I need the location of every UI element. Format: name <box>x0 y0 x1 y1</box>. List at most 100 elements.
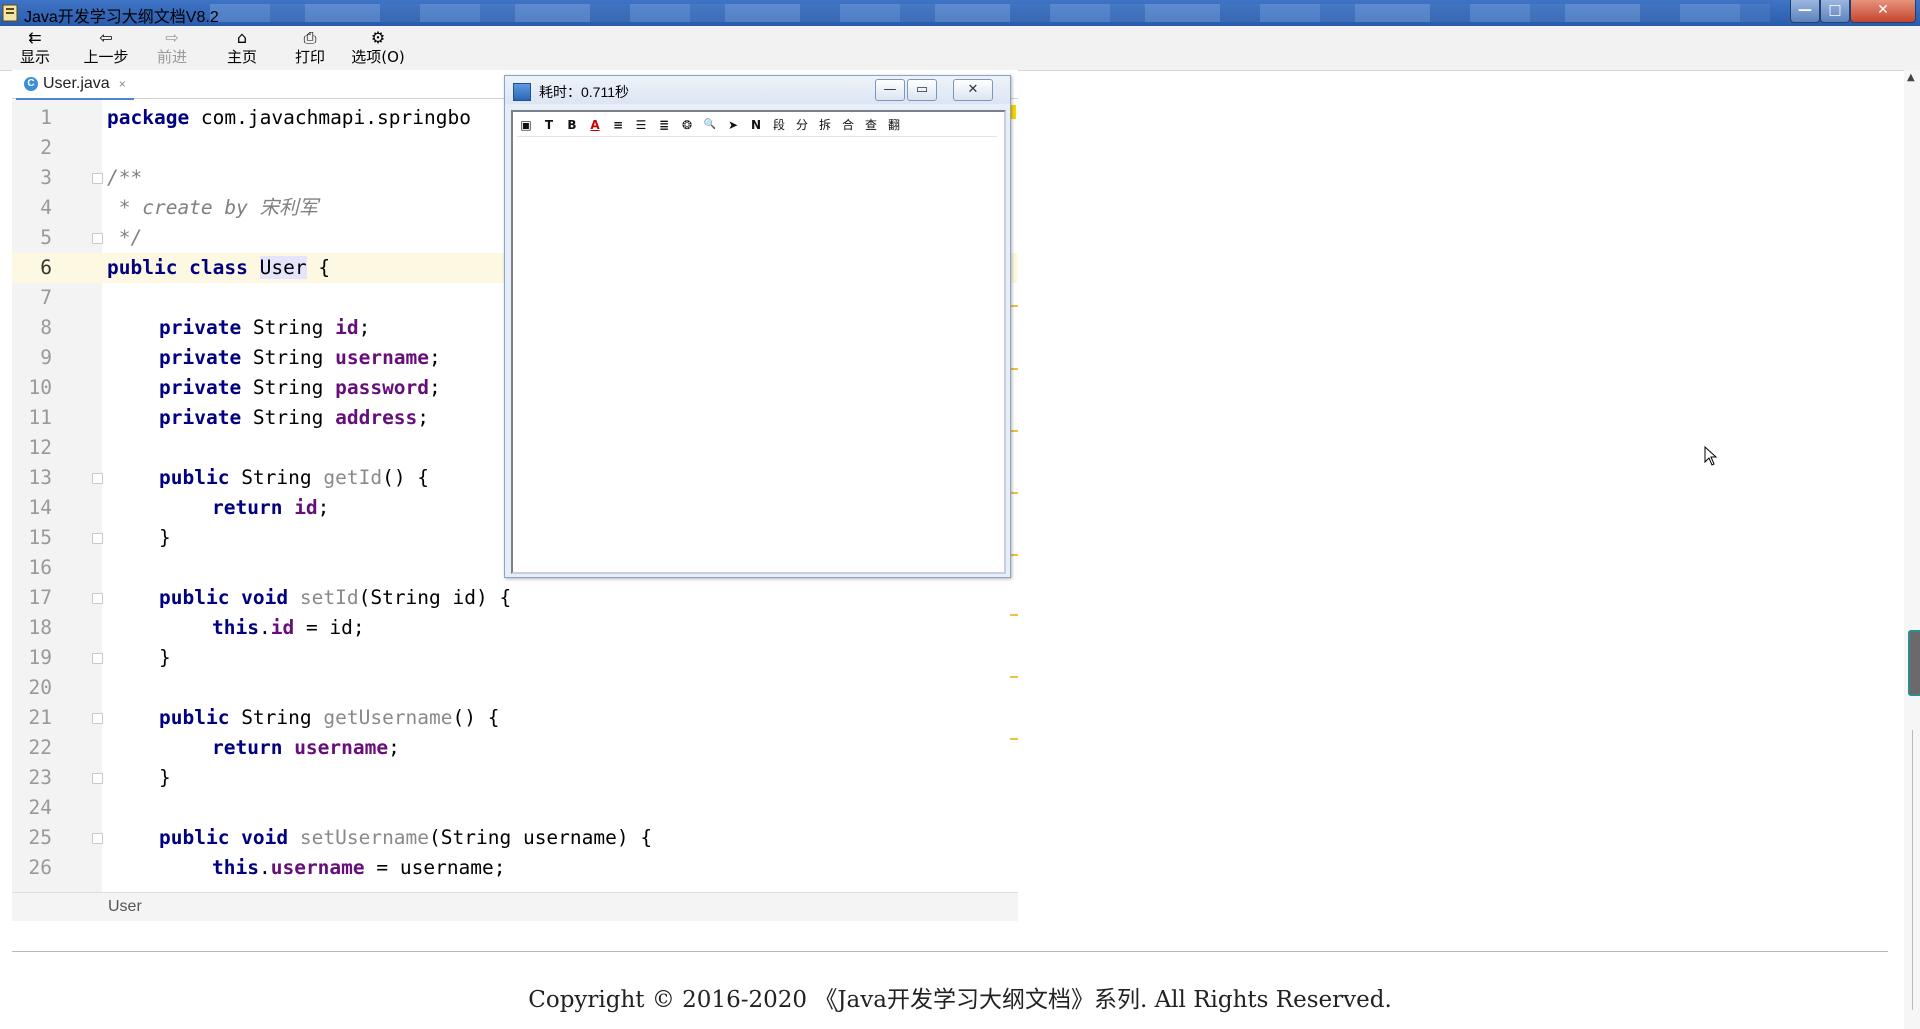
code-text: () { <box>452 706 500 729</box>
type-name: String <box>241 376 336 399</box>
error-stripe[interactable] <box>1010 100 1018 892</box>
code-text: . <box>258 856 271 879</box>
translate-icon[interactable]: 翻 <box>885 116 903 134</box>
align-left-icon[interactable]: ≡ <box>609 116 627 134</box>
popup-content-area[interactable]: ▣ T B A ≡ ☰ ≣ ❂ 🔍 ➤ N 段 分 拆 合 查 翻 <box>511 110 1006 574</box>
fold-icon[interactable] <box>92 713 103 724</box>
line-number: 9 <box>40 346 52 369</box>
split-icon[interactable]: 分 <box>793 116 811 134</box>
code-text: } <box>159 766 171 789</box>
fold-icon[interactable] <box>92 593 103 604</box>
forward-arrow-icon: ⇨ <box>165 28 179 47</box>
type-name: String <box>241 316 336 339</box>
popup-minimize-button[interactable]: — <box>875 79 905 101</box>
scrollbar-thumb[interactable] <box>1908 630 1920 696</box>
fold-icon[interactable] <box>92 233 103 244</box>
scroll-up-icon[interactable]: ▲ <box>1907 72 1915 83</box>
fold-icon[interactable] <box>92 653 103 664</box>
paragraph-icon[interactable]: 段 <box>770 116 788 134</box>
type-name: String <box>229 706 324 729</box>
popup-title-bar[interactable]: 耗时：0.711秒 — ▭ ✕ <box>505 76 1010 104</box>
warning-marker[interactable] <box>1010 614 1018 616</box>
method-name: getId <box>323 466 383 489</box>
tab-user-java[interactable]: C User.java × <box>16 70 134 101</box>
tab-label: User.java <box>43 75 110 92</box>
print-button[interactable]: ⎙ 打印 <box>292 28 328 68</box>
text-icon[interactable]: T <box>540 116 558 134</box>
warning-marker[interactable] <box>1010 676 1018 678</box>
bold-icon[interactable]: B <box>563 116 581 134</box>
line-number: 24 <box>28 796 52 819</box>
comment-text: /** <box>107 166 143 189</box>
palette-icon[interactable]: ❂ <box>678 116 696 134</box>
break-icon[interactable]: 拆 <box>816 116 834 134</box>
warning-marker[interactable] <box>1010 738 1018 740</box>
main-toolbar: ⇇ 显示 ⇦ 上一步 ⇨ 前进 ⌂ 主页 ⎙ 打印 ⚙ 选项(O) <box>0 26 1920 71</box>
line-number: 20 <box>28 676 52 699</box>
fold-icon[interactable] <box>92 833 103 844</box>
maximize-button[interactable]: □ <box>1820 0 1850 23</box>
back-button[interactable]: ⇦ 上一步 <box>80 28 132 68</box>
warning-marker[interactable] <box>1010 492 1018 494</box>
tab-close-icon[interactable]: × <box>119 77 126 91</box>
minimize-button[interactable]: — <box>1790 0 1820 23</box>
line-number: 3 <box>40 166 52 189</box>
comment-text: */ <box>107 226 143 249</box>
align-right-icon[interactable]: ≣ <box>655 116 673 134</box>
line-number: 22 <box>28 736 52 759</box>
lookup-icon[interactable]: 查 <box>862 116 880 134</box>
popup-maximize-button[interactable]: ▭ <box>907 79 937 101</box>
field-name: id <box>294 496 318 519</box>
breadcrumb-item[interactable]: User <box>108 893 142 921</box>
options-button[interactable]: ⚙ 选项(O) <box>350 28 406 68</box>
breadcrumb: User <box>12 892 1018 921</box>
fold-icon[interactable] <box>92 173 103 184</box>
title-bar: Java开发学习大纲文档V8.2 — □ ✕ <box>0 0 1920 26</box>
field-name: password <box>335 376 430 399</box>
code-line: 23} <box>12 763 1018 793</box>
code-line: 26 this.username = username; <box>12 853 1018 883</box>
keyword-public: public <box>159 706 230 729</box>
show-button[interactable]: ⇇ 显示 <box>16 28 54 68</box>
popup-close-button[interactable]: ✕ <box>953 79 993 101</box>
warning-marker[interactable] <box>1010 430 1018 432</box>
merge-icon[interactable]: 合 <box>839 116 857 134</box>
line-number: 18 <box>28 616 52 639</box>
keyword-private: private <box>159 316 242 339</box>
warning-marker[interactable] <box>1010 368 1018 370</box>
n-icon[interactable]: N <box>747 116 765 134</box>
code-text: ; <box>417 406 430 429</box>
fold-icon[interactable] <box>92 773 103 784</box>
align-center-icon[interactable]: ☰ <box>632 116 650 134</box>
scrollbar-track[interactable] <box>1912 730 1913 1010</box>
warning-marker[interactable] <box>1010 305 1018 307</box>
type-name: String <box>229 466 324 489</box>
code-line: 25 public void setUsername(String usernam… <box>12 823 1018 853</box>
home-button[interactable]: ⌂ 主页 <box>224 28 260 68</box>
home-label: 主页 <box>226 48 257 66</box>
code-line: 19} <box>12 643 1018 673</box>
comment-text: * create by 宋利军 <box>107 196 319 219</box>
line-number: 4 <box>40 196 52 219</box>
font-color-icon[interactable]: A <box>586 116 604 134</box>
box-icon[interactable]: ▣ <box>517 116 535 134</box>
method-name: setUsername <box>299 826 430 849</box>
keyword-private: private <box>159 406 242 429</box>
search-icon[interactable]: 🔍 <box>701 116 719 134</box>
forward-button[interactable]: ⇨ 前进 <box>154 28 190 68</box>
code-line: 20 <box>12 673 1018 703</box>
send-icon[interactable]: ➤ <box>724 116 742 134</box>
warning-marker[interactable] <box>1010 554 1018 556</box>
popup-app-icon <box>513 83 531 101</box>
keyword-return: return <box>212 736 295 759</box>
line-number: 10 <box>28 376 52 399</box>
printer-icon: ⎙ <box>303 28 317 47</box>
vertical-scrollbar[interactable]: ▲ <box>1904 70 1920 1029</box>
line-number: 6 <box>40 256 52 279</box>
fold-icon[interactable] <box>92 533 103 544</box>
code-line: 22 return username; <box>12 733 1018 763</box>
line-number: 25 <box>28 826 52 849</box>
close-button[interactable]: ✕ <box>1850 0 1916 23</box>
code-text: ; <box>358 316 371 339</box>
fold-icon[interactable] <box>92 473 103 484</box>
